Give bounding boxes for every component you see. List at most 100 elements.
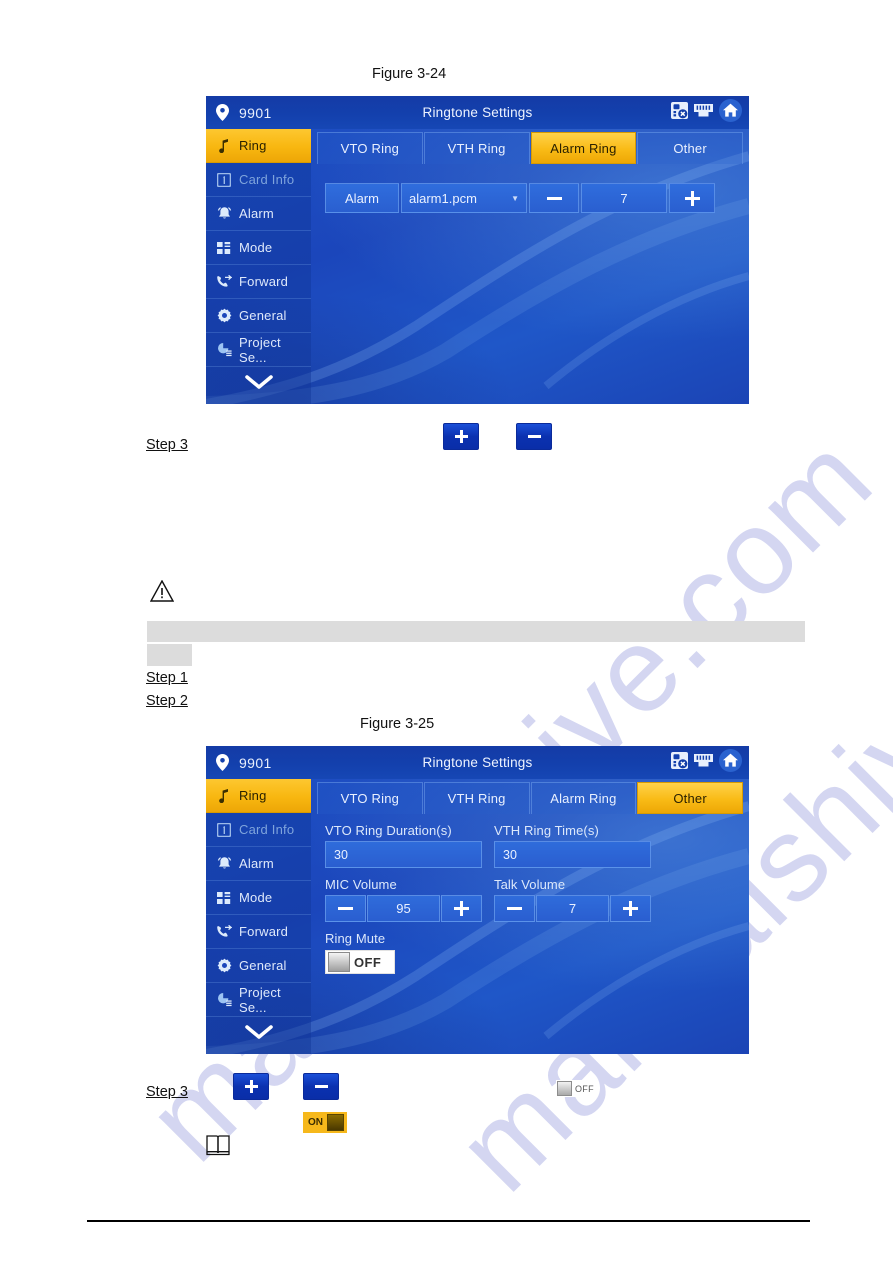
music-note-icon	[216, 138, 232, 154]
plus-icon	[684, 190, 700, 206]
toggle-knob-icon	[328, 952, 350, 972]
sidebar-item-label: Card Info	[239, 822, 295, 837]
tab-alarm-ring[interactable]: Alarm Ring	[530, 782, 637, 814]
sidebar-item-ring[interactable]: Ring	[206, 779, 311, 813]
bell-icon	[216, 856, 232, 872]
screen-title: Ringtone Settings	[422, 755, 533, 770]
sidebar-scroll-down[interactable]	[206, 1017, 311, 1053]
alarm-volume-decrease-button[interactable]	[529, 183, 579, 213]
talk-volume-decrease-button[interactable]	[494, 895, 536, 922]
grid-icon	[216, 240, 232, 256]
device-content: VTO Ring VTH Ring Alarm Ring Other VTO R…	[311, 779, 749, 1054]
tab-other[interactable]: Other	[637, 782, 743, 814]
sidebar-item-card-info[interactable]: Card Info	[206, 813, 311, 847]
talk-volume-number: 7	[568, 901, 577, 916]
vth-ring-time-value: 30	[503, 847, 517, 862]
sidebar-item-forward[interactable]: Forward	[206, 265, 311, 299]
redacted-text-bar-small	[147, 644, 192, 666]
alarm-row-name-label: Alarm	[345, 190, 379, 206]
vth-ring-time-label: VTH Ring Time(s)	[494, 823, 599, 838]
step-1-label: Step 1	[146, 670, 188, 686]
sd-card-eject-icon[interactable]	[671, 101, 688, 124]
device-body: Ring Card Info Alarm Mode Forward Genera…	[206, 779, 749, 1054]
alarm-volume-increase-button[interactable]	[669, 183, 715, 213]
toggle-knob-icon	[557, 1081, 572, 1096]
plus-icon	[622, 901, 638, 916]
mic-volume-value: 95	[367, 895, 440, 922]
sidebar-item-label: Forward	[239, 924, 289, 939]
vto-ring-duration-input[interactable]: 30	[325, 841, 482, 868]
tab-label: Other	[673, 141, 707, 156]
chevron-down-icon	[244, 1024, 274, 1046]
doc-toggle-off[interactable]: OFF	[556, 1080, 597, 1097]
alarm-volume-number: 7	[620, 190, 628, 206]
device-screen-ringtone-other: 9901 Ringtone Settings Ring Card Info Al…	[206, 746, 749, 1054]
vth-ring-time-input[interactable]: 30	[494, 841, 651, 868]
tab-other[interactable]: Other	[637, 132, 743, 164]
plus-icon	[244, 1080, 258, 1093]
ring-mute-toggle[interactable]: OFF	[325, 950, 395, 974]
sidebar-item-alarm[interactable]: Alarm	[206, 197, 311, 231]
home-icon[interactable]	[719, 98, 742, 127]
home-icon[interactable]	[719, 748, 742, 777]
bell-icon	[216, 206, 232, 222]
volume-fields: MIC Volume 95 Talk Volume 7	[325, 877, 739, 922]
sd-card-eject-icon[interactable]	[671, 751, 688, 774]
vto-ring-duration-field: VTO Ring Duration(s) 30	[325, 823, 482, 868]
tab-vto-ring[interactable]: VTO Ring	[317, 132, 423, 164]
sidebar-item-alarm[interactable]: Alarm	[206, 847, 311, 881]
mic-volume-increase-button[interactable]	[440, 895, 482, 922]
sidebar-item-mode[interactable]: Mode	[206, 881, 311, 915]
gear-icon	[216, 958, 232, 974]
ringtone-tab-row: VTO Ring VTH Ring Alarm Ring Other	[311, 779, 749, 814]
caret-down-icon: ▼	[511, 193, 519, 203]
alarm-row-name: Alarm	[325, 183, 399, 213]
tab-alarm-ring[interactable]: Alarm Ring	[530, 132, 637, 164]
grid-icon	[216, 890, 232, 906]
tab-label: VTH Ring	[447, 141, 506, 156]
sidebar-item-general[interactable]: General	[206, 299, 311, 333]
alarm-volume-value: 7	[581, 183, 667, 213]
header-icon-group	[671, 748, 742, 777]
toggle-on-label: ON	[308, 1117, 323, 1128]
network-port-icon[interactable]	[694, 753, 713, 773]
alarm-ringtone-select[interactable]: alarm1.pcm ▼	[401, 183, 527, 213]
sidebar-scroll-down[interactable]	[206, 367, 311, 403]
doc-plus-button-2[interactable]	[233, 1073, 269, 1100]
tab-vth-ring[interactable]: VTH Ring	[423, 782, 530, 814]
talk-volume-value: 7	[536, 895, 609, 922]
gear-icon	[216, 308, 232, 324]
card-icon	[216, 172, 232, 188]
sidebar-item-project-settings[interactable]: Project Se...	[206, 983, 311, 1017]
ring-mute-state: OFF	[354, 954, 382, 970]
doc-plus-button-1[interactable]	[443, 423, 479, 450]
sidebar-item-general[interactable]: General	[206, 949, 311, 983]
tab-vto-ring[interactable]: VTO Ring	[317, 782, 423, 814]
music-note-icon	[216, 788, 232, 804]
sidebar-item-ring[interactable]: Ring	[206, 129, 311, 163]
tab-vth-ring[interactable]: VTH Ring	[423, 132, 530, 164]
sidebar-item-label: Forward	[239, 274, 289, 289]
sidebar-item-forward[interactable]: Forward	[206, 915, 311, 949]
doc-minus-button-2[interactable]	[303, 1073, 339, 1100]
sidebar-item-card-info[interactable]: Card Info	[206, 163, 311, 197]
note-book-icon	[206, 1134, 230, 1161]
mic-volume-label: MIC Volume	[325, 877, 397, 892]
mic-volume-stepper: 95	[325, 895, 482, 922]
sidebar-item-label: General	[239, 308, 287, 323]
minus-icon	[314, 1085, 328, 1088]
network-port-icon[interactable]	[694, 103, 713, 123]
warning-triangle-icon	[149, 579, 175, 607]
mic-volume-decrease-button[interactable]	[325, 895, 367, 922]
sidebar-item-mode[interactable]: Mode	[206, 231, 311, 265]
sidebar-item-project-settings[interactable]: Project Se...	[206, 333, 311, 367]
ring-mute-label: Ring Mute	[325, 931, 386, 946]
sidebar-item-label: Card Info	[239, 172, 295, 187]
talk-volume-increase-button[interactable]	[609, 895, 651, 922]
doc-minus-button-1[interactable]	[516, 423, 552, 450]
minus-icon	[507, 907, 523, 910]
minus-icon	[338, 907, 354, 910]
doc-toggle-on[interactable]: ON	[303, 1112, 347, 1133]
talk-volume-stepper: 7	[494, 895, 651, 922]
chevron-down-icon	[244, 374, 274, 396]
